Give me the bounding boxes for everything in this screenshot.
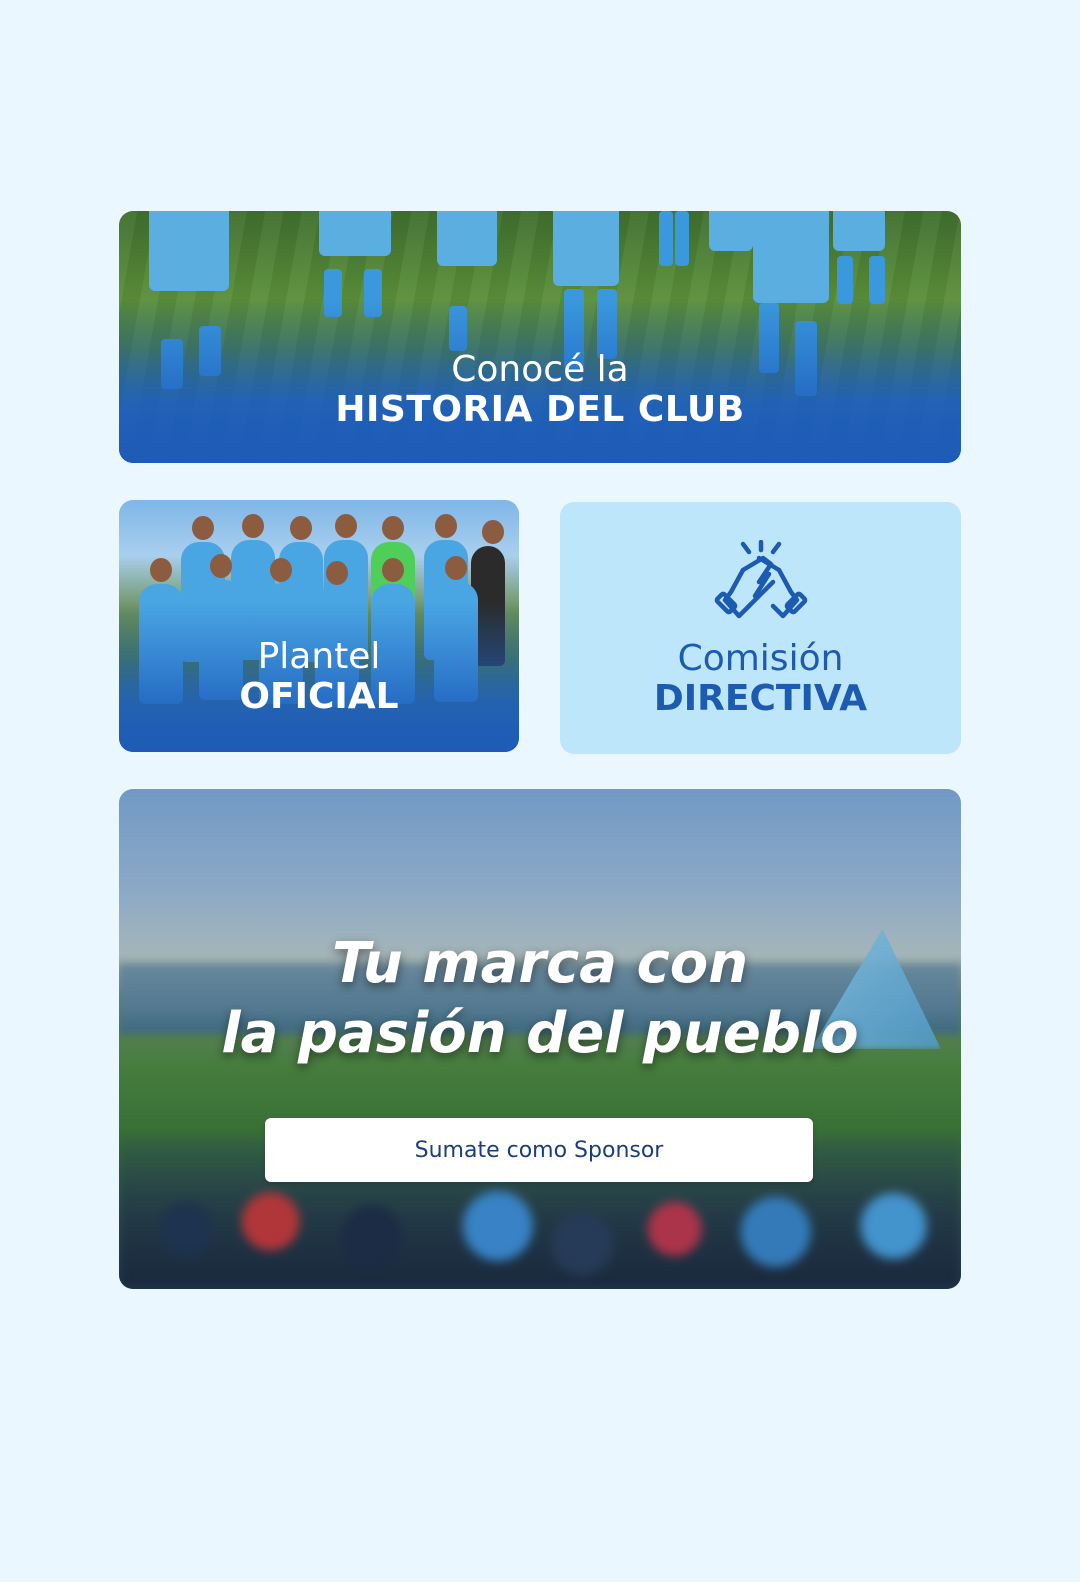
comision-card[interactable]: Comisión DIRECTIVA — [560, 502, 961, 754]
comision-title-line1: Comisión — [677, 638, 844, 679]
historia-title-line2: HISTORIA DEL CLUB — [335, 389, 745, 430]
comision-title-line2: DIRECTIVA — [653, 678, 868, 719]
sponsor-cta-button[interactable]: Sumate como Sponsor — [265, 1118, 813, 1182]
handshake-icon — [714, 540, 808, 619]
plantel-card[interactable]: Plantel OFICIAL — [119, 500, 519, 752]
plantel-title-line2: OFICIAL — [239, 676, 399, 717]
sponsor-banner: Tu marca con la pasión del pueblo Sumate… — [119, 789, 961, 1289]
plantel-title-line1: Plantel — [257, 636, 381, 677]
sponsor-headline-line1: Tu marca con — [331, 931, 749, 996]
sponsor-headline-line2: la pasión del pueblo — [221, 1001, 859, 1066]
historia-title-line1: Conocé la — [451, 349, 629, 390]
historia-card[interactable]: Conocé la HISTORIA DEL CLUB — [119, 211, 961, 463]
